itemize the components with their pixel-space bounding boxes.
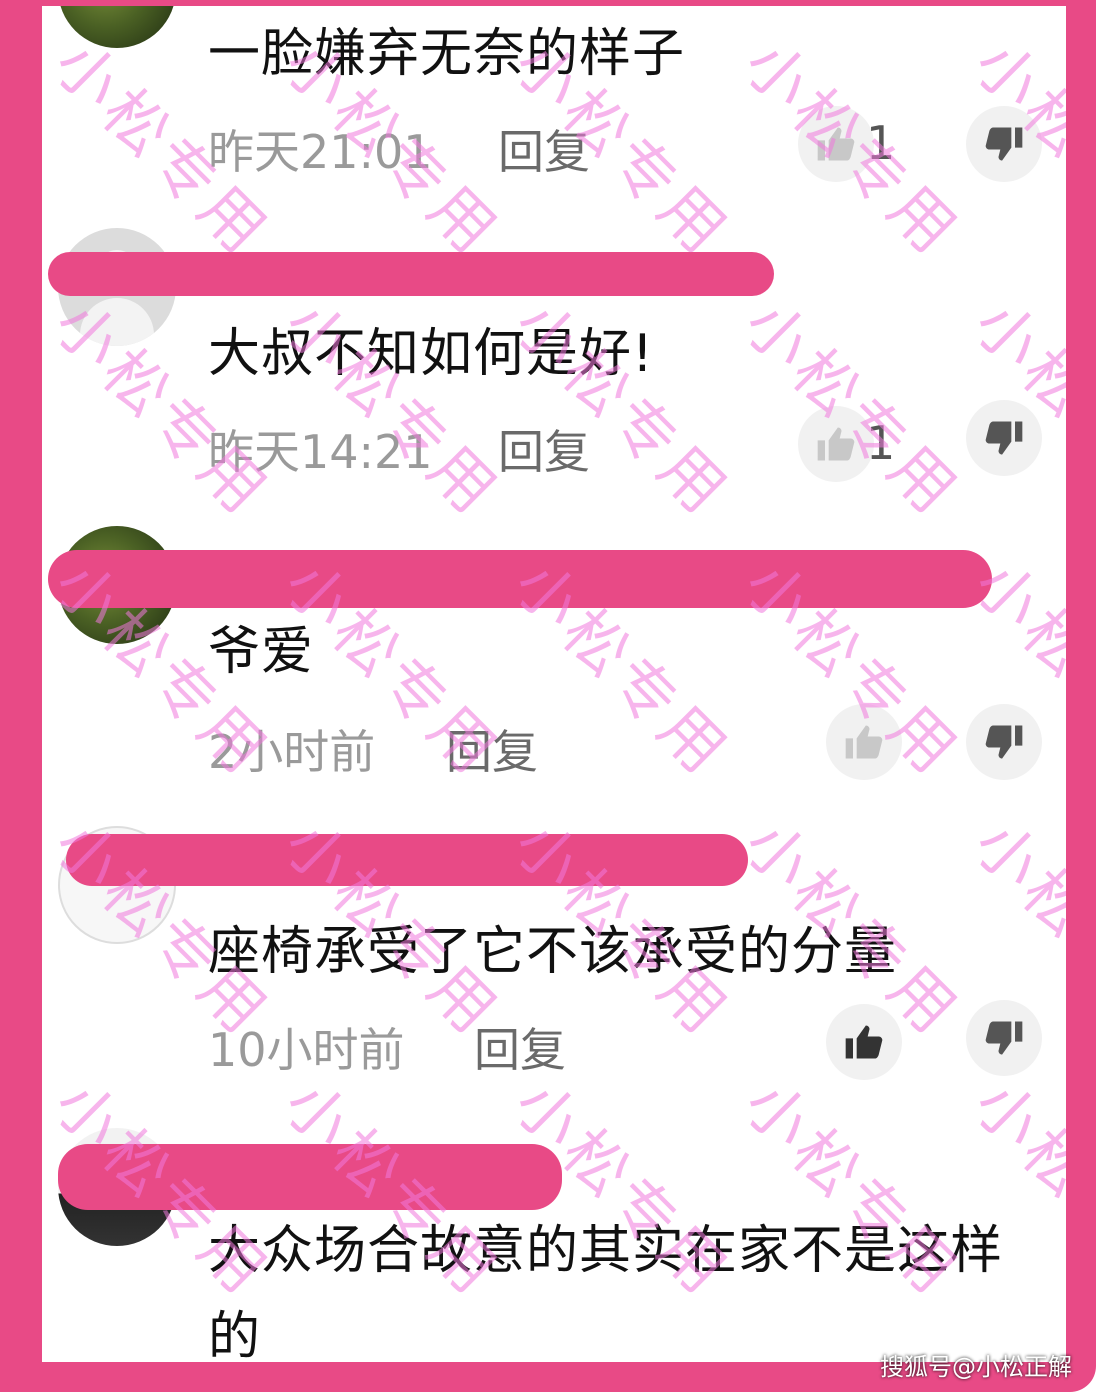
reply-button[interactable]: 回复 xyxy=(446,716,538,782)
dislike-button[interactable] xyxy=(966,106,1042,182)
redacted-username xyxy=(48,252,774,296)
like-count: 1 xyxy=(866,116,896,170)
comment-time: 昨天21:01 xyxy=(208,125,433,179)
comment-time: 2小时前 xyxy=(208,725,376,779)
comment-text: 大叔不知如何是好! xyxy=(208,324,654,384)
redacted-username xyxy=(48,550,992,608)
comment-text: 座椅承受了它不该承受的分量 xyxy=(208,922,898,982)
dislike-button[interactable] xyxy=(966,704,1042,780)
thumbs-up-icon xyxy=(845,725,883,759)
avatar[interactable] xyxy=(58,0,176,48)
reply-button[interactable]: 回复 xyxy=(498,116,590,182)
dislike-button[interactable] xyxy=(966,400,1042,476)
thumbs-down-icon xyxy=(985,1021,1023,1055)
watermark-text: 小松专用 xyxy=(270,286,515,531)
like-button[interactable] xyxy=(826,704,902,780)
watermark-text: 小松专用 xyxy=(500,286,745,531)
source-credit: 搜狐号@小松正解 xyxy=(880,1353,1072,1381)
comment-time: 昨天14:21 xyxy=(208,425,433,479)
redacted-username xyxy=(66,834,748,886)
like-button[interactable] xyxy=(826,1004,902,1080)
like-count: 1 xyxy=(866,416,896,470)
reply-button[interactable]: 回复 xyxy=(498,416,590,482)
thumbs-down-icon xyxy=(985,127,1023,161)
dislike-button[interactable] xyxy=(966,1000,1042,1076)
comment-time: 10小时前 xyxy=(208,1023,405,1077)
comment-text: 一脸嫌弃无奈的样子 xyxy=(208,24,686,84)
redacted-username xyxy=(58,1144,562,1210)
comment-text: 爷爱 xyxy=(208,622,315,682)
thumbs-up-icon xyxy=(817,127,855,161)
thumbs-down-icon xyxy=(985,421,1023,455)
left-frame-border xyxy=(0,0,40,1392)
thumbs-up-icon xyxy=(845,1025,883,1059)
like-button[interactable] xyxy=(798,106,874,182)
watermark-text: 小松专用 xyxy=(960,286,1096,531)
thumbs-up-icon xyxy=(817,427,855,461)
reply-button[interactable]: 回复 xyxy=(474,1014,566,1080)
watermark-text: 小松专用 xyxy=(730,286,975,531)
like-button[interactable] xyxy=(798,406,874,482)
thumbs-down-icon xyxy=(985,725,1023,759)
